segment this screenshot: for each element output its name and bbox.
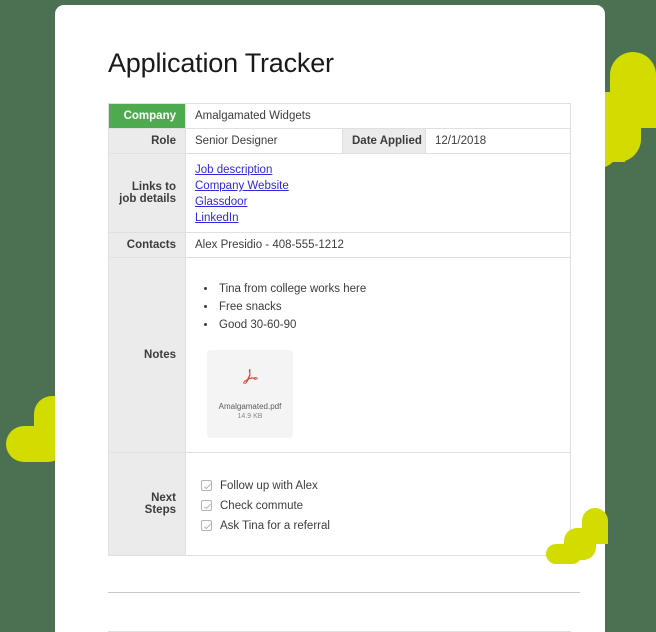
notes-cell: Tina from college works here Free snacks…	[184, 257, 572, 453]
attachment-filesize: 14.9 KB	[237, 412, 263, 420]
attachment-card-pdf[interactable]: Amalgamated.pdf 14.9 KB	[207, 349, 293, 438]
link-glassdoor[interactable]: Glassdoor	[195, 194, 561, 210]
adobe-acrobat-icon	[239, 366, 261, 391]
company-value[interactable]: Amalgamated Widgets	[184, 103, 572, 129]
checklist-item-label: Check commute	[220, 499, 304, 512]
link-job-description[interactable]: Job description	[195, 162, 561, 178]
row-label-role: Role	[108, 128, 186, 154]
attachment-filename: Amalgamated.pdf	[218, 401, 282, 411]
table-row-links: Links to job details Job description Com…	[108, 153, 572, 233]
row-label-notes: Notes	[108, 257, 186, 453]
table-row-notes: Notes Tina from college works here Free …	[108, 257, 572, 453]
checklist-item-label: Follow up with Alex	[220, 479, 318, 492]
next-steps-cell: Follow up with Alex Check commute Ask Ti…	[184, 452, 572, 556]
date-applied-value[interactable]: 12/1/2018	[424, 128, 572, 154]
table-row-company: Company Amalgamated Widgets	[108, 103, 572, 129]
links-cell: Job description Company Website Glassdoo…	[184, 153, 572, 233]
row-label-links: Links to job details	[108, 153, 186, 233]
checklist-item[interactable]: Check commute	[201, 496, 561, 516]
note-item: Good 30-60-90	[217, 316, 561, 334]
document-card: Application Tracker Company Amalgamated …	[55, 5, 605, 632]
application-entry-table: Company Amalgamated Widgets Role Senior …	[108, 103, 572, 556]
checkbox-checked-icon[interactable]	[201, 520, 212, 531]
checklist-item-label: Ask Tina for a referral	[220, 519, 330, 532]
checklist-item[interactable]: Ask Tina for a referral	[201, 516, 561, 536]
role-value[interactable]: Senior Designer	[185, 128, 343, 154]
job-links-list: Job description Company Website Glassdoo…	[195, 162, 561, 226]
table-row-role: Role Senior Designer Date Applied 12/1/2…	[108, 128, 572, 154]
checkbox-checked-icon[interactable]	[201, 500, 212, 511]
page-title: Application Tracker	[108, 48, 334, 78]
row-label-next-steps: Next Steps	[108, 452, 186, 556]
contacts-value[interactable]: Alex Presidio - 408-555-1212	[184, 232, 572, 258]
row-label-contacts: Contacts	[108, 232, 186, 258]
notes-bullet-list: Tina from college works here Free snacks…	[195, 280, 561, 334]
checkbox-checked-icon[interactable]	[201, 480, 212, 491]
row-label-company: Company	[108, 103, 186, 129]
link-linkedin[interactable]: LinkedIn	[195, 210, 561, 226]
checklist-item[interactable]: Follow up with Alex	[201, 476, 561, 496]
table-row-next-steps: Next Steps Follow up with Alex Check com…	[108, 452, 572, 556]
link-company-website[interactable]: Company Website	[195, 178, 561, 194]
table-row-contacts: Contacts Alex Presidio - 408-555-1212	[108, 232, 572, 258]
note-item: Free snacks	[217, 298, 561, 316]
row-label-date-applied: Date Applied	[342, 128, 426, 154]
note-item: Tina from college works here	[217, 280, 561, 298]
decor-staircase-bottom-right	[546, 508, 608, 564]
